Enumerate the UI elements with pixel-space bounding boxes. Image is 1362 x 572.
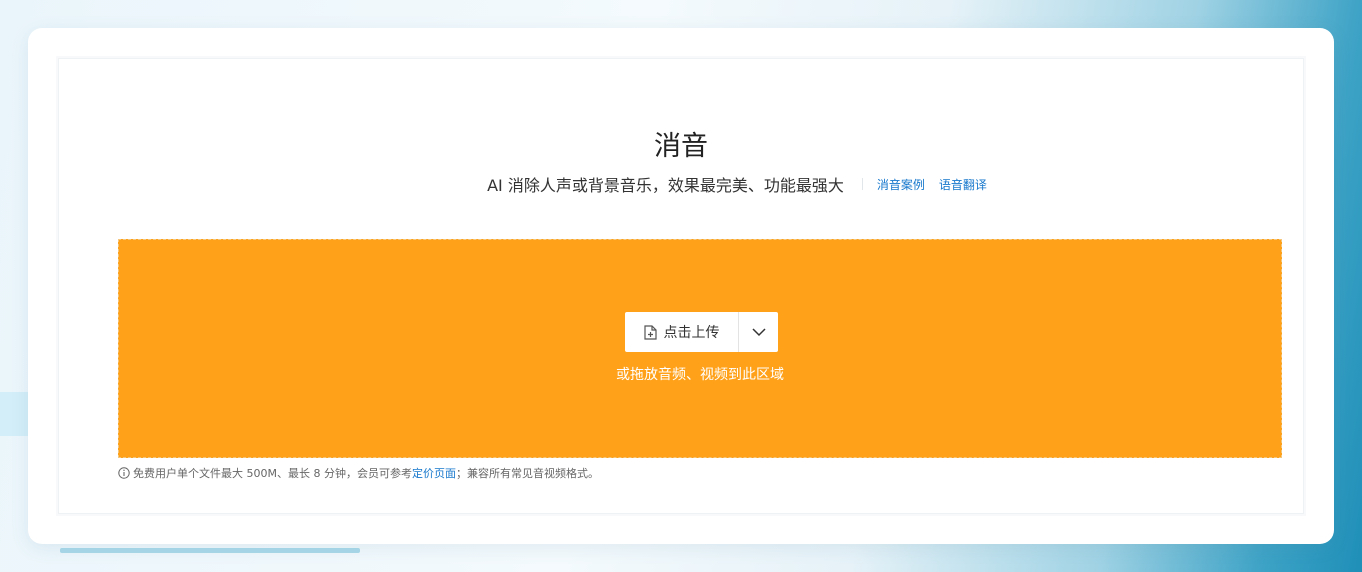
link-speech-translation[interactable]: 语音翻译	[939, 176, 987, 193]
link-cases[interactable]: 消音案例	[877, 176, 925, 193]
chevron-down-icon	[751, 328, 766, 337]
upload-button[interactable]: 点击上传	[625, 312, 738, 352]
upload-button-label: 点击上传	[663, 325, 720, 341]
upload-options-dropdown[interactable]	[739, 312, 778, 352]
upload-note: 免费用户单个文件最大 500M、最长 8 分钟，会员可参考 定价页面 ；兼容所有…	[118, 465, 599, 481]
info-icon	[118, 467, 130, 479]
pricing-link[interactable]: 定价页面	[412, 465, 456, 481]
link-divider	[861, 178, 863, 190]
note-text-before: 免费用户单个文件最大 500M、最长 8 分钟，会员可参考	[133, 467, 412, 480]
background-bar	[60, 548, 360, 553]
note-text-after: ；兼容所有常见音视频格式。	[455, 467, 599, 480]
drop-hint: 或拖放音频、视频到此区域	[616, 367, 784, 383]
page-subtitle: AI 消除人声或背景音乐，效果最完美、功能最强大	[487, 176, 844, 195]
upload-button-group: 点击上传	[625, 312, 778, 352]
upload-dropzone[interactable]: 点击上传 或拖放音频、视频到此区域	[118, 239, 1282, 458]
page-title: 消音	[654, 131, 708, 162]
header-links: 消音案例 语音翻译	[861, 176, 1001, 193]
subtitle-row: AI 消除人声或背景音乐，效果最完美、功能最强大 消音案例 语音翻译	[0, 172, 1362, 196]
file-plus-icon	[643, 324, 657, 340]
